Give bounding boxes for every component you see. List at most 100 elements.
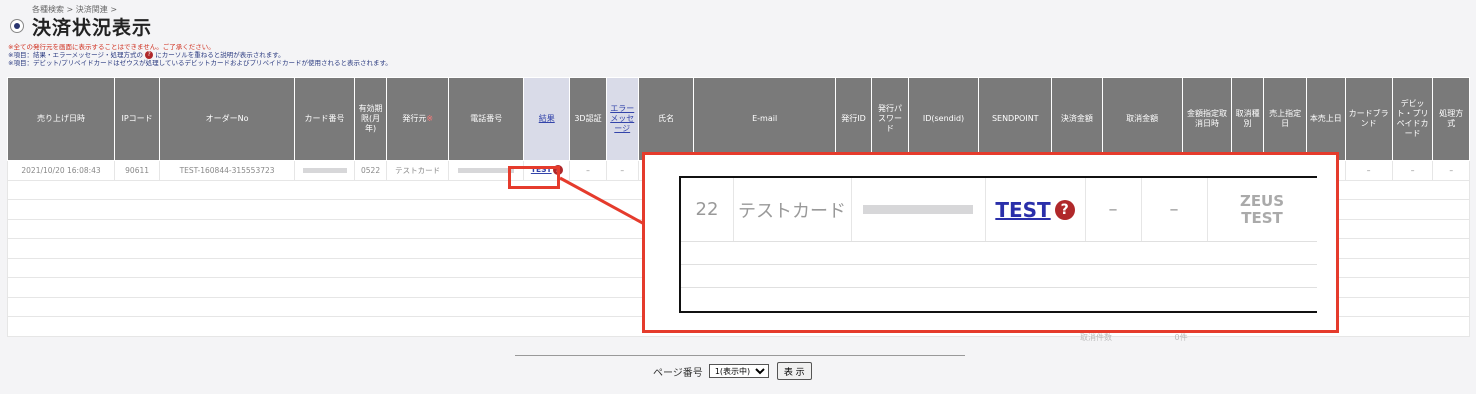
col-header: 金額指定取消日時: [1181, 77, 1233, 161]
zoom-name: ZEUS TEST: [1239, 191, 1285, 227]
col-header: カード番号: [294, 77, 355, 161]
col-header-label: 発行元: [402, 114, 427, 123]
col-header: 取消金額: [1101, 77, 1183, 161]
zoom-row-divider: [681, 287, 1317, 288]
col-header-label: 売上指定日: [1269, 109, 1302, 128]
col-header: 本売上日: [1306, 77, 1346, 161]
col-header-label: 氏名: [658, 114, 675, 123]
zoom-callout: 22 テストカード TEST? – – ZEUS TEST: [642, 152, 1339, 333]
cell-issuer: テストカード: [386, 160, 450, 181]
col-header: デビット・プリペイドカード: [1391, 77, 1434, 161]
col-header-label: E-mail: [752, 114, 778, 123]
col-header-label: 3D認証: [574, 114, 602, 123]
cell-order-no: TEST-160844-315553723: [159, 160, 296, 181]
cell-expiry: 0522: [353, 160, 388, 181]
table-header-row: 売り上げ日時 IPコード オーダーNo カード番号 有効期限(月年) 発行元※ …: [6, 77, 1470, 161]
cancel-count-label: 取消件数: [1080, 333, 1112, 342]
col-header: 電話番号: [448, 77, 525, 161]
col-header: 氏名: [637, 77, 695, 161]
note-line-2-after: にカーソルを重ねると説明が表示されます。: [155, 51, 285, 59]
zoom-inner-frame: 22 テストカード TEST? – – ZEUS TEST: [679, 176, 1317, 313]
cell-card-number: [294, 160, 355, 181]
col-header: 3D認証: [569, 77, 607, 161]
col-header: SENDPOINT: [978, 77, 1053, 161]
cell-3d: –: [569, 160, 607, 181]
divider: [515, 355, 965, 356]
redacted-block: [458, 168, 515, 174]
zoom-name-line-2: TEST: [1241, 208, 1283, 227]
col-header: カードブランド: [1344, 77, 1393, 161]
col-header-label: 有効期限(月年): [358, 104, 383, 133]
col-header-label: ID(sendid): [922, 114, 965, 123]
col-header: 決済金額: [1051, 77, 1103, 161]
pager: ページ番号 1(表示中) 表 示: [653, 362, 812, 380]
zoom-cell-result[interactable]: TEST?: [985, 178, 1085, 241]
notes: ※全ての発行元を画面に表示することはできません。ご了承ください。 ※項目：結果・…: [8, 43, 392, 67]
zoom-row-divider: [681, 264, 1317, 265]
radio-icon: [10, 19, 24, 33]
note-line-2: ※項目：結果・エラーメッセージ・処理方式の ? にカーソルを重ねると説明が表示さ…: [8, 51, 392, 59]
col-header-label: 本売上日: [1309, 114, 1342, 123]
zoom-dash: –: [1169, 199, 1179, 220]
col-header-label: 取消金額: [1126, 114, 1159, 123]
zoom-result-link[interactable]: TEST: [995, 198, 1050, 222]
zoom-cell-phone: [851, 178, 985, 241]
col-header: 売上指定日: [1263, 77, 1308, 161]
col-header-label: 発行パスワード: [877, 104, 902, 133]
question-circle-icon[interactable]: ?: [1054, 199, 1075, 220]
col-header-label[interactable]: 結果: [539, 114, 555, 123]
cell-datetime: 2021/10/20 16:08:43: [6, 160, 116, 181]
col-header: オーダーNo: [159, 77, 296, 161]
redacted-block: [863, 205, 973, 214]
col-header-label: 取消種別: [1235, 109, 1260, 128]
col-header: 処理方式: [1432, 77, 1470, 161]
zoom-expiry: 22: [695, 199, 719, 220]
page-number-select[interactable]: 1(表示中): [708, 364, 769, 378]
col-header-label: 処理方式: [1439, 109, 1464, 128]
col-header: ID(sendid): [907, 77, 980, 161]
col-header-label: オーダーNo: [205, 114, 249, 123]
col-header-label: カードブランド: [1348, 109, 1389, 128]
cell-method: –: [1432, 160, 1470, 181]
col-header-error-message[interactable]: エラーメッセージ: [605, 77, 639, 161]
zoom-name-line-1: ZEUS: [1239, 191, 1285, 210]
col-header-label: 売り上げ日時: [37, 114, 86, 123]
col-header-label: 電話番号: [470, 114, 503, 123]
redacted-block: [302, 168, 347, 174]
col-header-result[interactable]: 結果: [523, 77, 571, 161]
cell-ipcode: 90611: [114, 160, 161, 181]
col-header-label: 金額指定取消日時: [1186, 109, 1227, 128]
col-header: 売り上げ日時: [6, 77, 116, 161]
col-header: IPコード: [114, 77, 161, 161]
note-line-3: ※項目：デビット/プリペイドカードはゼウスが処理しているデビットカードおよびプリ…: [8, 59, 392, 67]
col-header: 発行元※: [386, 77, 450, 161]
cell-debit: –: [1391, 160, 1434, 181]
col-header: 発行ID: [834, 77, 873, 161]
zoom-row-divider: [681, 241, 1317, 242]
note-line-1: ※全ての発行元を画面に表示することはできません。ご了承ください。: [8, 43, 215, 51]
col-header-label: SENDPOINT: [991, 114, 1039, 123]
col-header-label: デビット・プリペイドカード: [1396, 99, 1429, 138]
zoom-dash: –: [1108, 199, 1118, 220]
col-header-label: 発行ID: [841, 114, 866, 123]
col-header: 有効期限(月年): [353, 77, 388, 161]
zoom-cell-expiry: 22: [681, 178, 733, 241]
col-header: 取消種別: [1231, 77, 1265, 161]
zoom-issuer: テストカード: [738, 200, 846, 222]
col-header-label: 決済金額: [1060, 114, 1093, 123]
question-circle-icon: ?: [145, 51, 154, 59]
show-button[interactable]: 表 示: [776, 362, 812, 380]
col-header-label: IPコード: [121, 114, 153, 123]
zoom-cell-3d: –: [1085, 178, 1141, 241]
col-header: 発行パスワード: [871, 77, 909, 161]
zoom-cell-issuer: テストカード: [733, 178, 851, 241]
zoom-cell-error: –: [1141, 178, 1207, 241]
cell-card-brand: –: [1344, 160, 1393, 181]
cancel-count-row: 取消件数 0件: [1080, 332, 1188, 343]
col-header-label[interactable]: エラーメッセージ: [610, 104, 634, 133]
cell-error: –: [605, 160, 639, 181]
cancel-count-value: 0件: [1174, 333, 1188, 342]
zoom-cell-name: ZEUS TEST: [1207, 178, 1317, 241]
page-number-label: ページ番号: [653, 367, 703, 379]
col-header-label: カード番号: [304, 114, 345, 123]
